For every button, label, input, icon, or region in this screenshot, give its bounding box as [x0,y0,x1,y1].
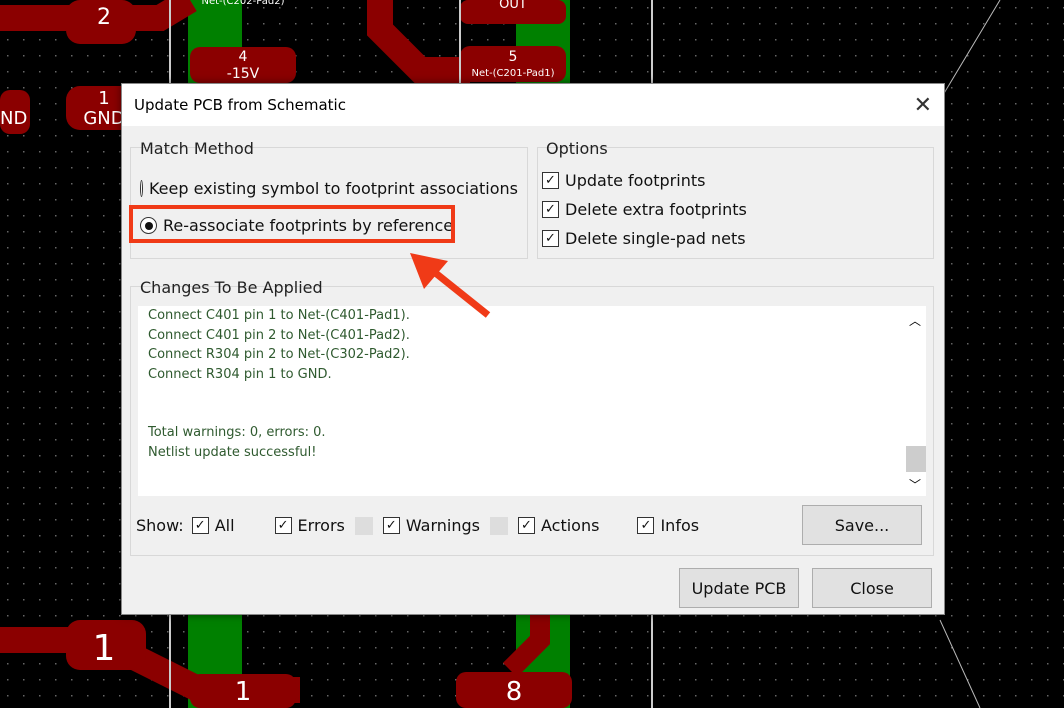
svg-text:GND: GND [83,108,124,129]
errors-color-swatch [354,516,373,535]
checkbox-icon[interactable]: ✓ [274,517,292,534]
dialog-title: Update PCB from Schematic [134,96,346,114]
svg-text:4: 4 [239,49,248,65]
filter-warnings[interactable]: Warnings [406,516,480,535]
highlight-box [129,205,455,243]
save-button[interactable]: Save... [802,505,922,545]
svg-text:ND: ND [0,108,27,129]
checkbox-update-footprints[interactable]: ✓ Update footprints [542,171,705,190]
log-line: Netlist update successful! [148,444,317,460]
checkbox-icon[interactable]: ✓ [542,172,559,189]
svg-text:-15V: -15V [227,66,260,82]
radio-keep-associations[interactable]: Keep existing symbol to footprint associ… [140,179,518,198]
log-line: Connect R304 pin 2 to Net-(C302-Pad2). [148,347,410,362]
scroll-up-icon[interactable]: ︿ [904,312,926,329]
svg-text:Net-(C201-Pad1): Net-(C201-Pad1) [471,68,554,79]
options-label: Options [546,139,608,158]
svg-text:OUT: OUT [499,0,527,12]
svg-text:1: 1 [93,628,116,669]
checkbox-icon[interactable]: ✓ [191,517,209,534]
log-line: Connect R304 pin 1 to GND. [148,366,332,382]
filter-actions[interactable]: Actions [541,516,599,535]
checkbox-icon[interactable]: ✓ [637,517,655,534]
filter-infos[interactable]: Infos [660,516,699,535]
annotation-arrow-icon [410,253,491,318]
svg-text:8: 8 [506,677,523,707]
checkbox-delete-extra-footprints[interactable]: ✓ Delete extra footprints [542,200,747,219]
close-button[interactable]: Close [812,568,932,608]
changes-log[interactable]: Connect C401 pin 1 to Net-(C401-Pad1). C… [138,306,926,496]
svg-text:1: 1 [98,88,109,109]
show-filters: Show: ✓ All ✓ Errors ✓ Warnings ✓ Actions ✓ I… [136,516,699,535]
title-bar: Update PCB from Schematic ✕ [122,84,944,126]
update-pcb-button[interactable]: Update PCB [679,568,799,608]
show-label: Show: [136,516,184,535]
filter-errors[interactable]: Errors [298,516,345,535]
checkbox-icon[interactable]: ✓ [542,230,559,247]
update-pcb-dialog: Update PCB from Schematic ✕ Match Method… [121,83,945,615]
svg-text:Net-(C202-Pad2): Net-(C202-Pad2) [201,0,284,7]
log-line: Total warnings: 0, errors: 0. [148,425,326,440]
svg-text:1: 1 [235,677,252,707]
checkbox-icon[interactable]: ✓ [382,517,400,534]
warnings-color-swatch [490,516,508,535]
checkbox-icon[interactable]: ✓ [518,517,535,534]
svg-text:5: 5 [509,49,518,65]
checkbox-label: Delete extra footprints [565,200,747,219]
scrollbar-thumb[interactable] [906,446,926,472]
match-method-label: Match Method [140,139,254,158]
checkbox-icon[interactable]: ✓ [542,201,559,218]
scrollbar[interactable]: ︿ ﹀ [904,306,926,496]
radio-label: Keep existing symbol to footprint associ… [148,179,518,198]
close-icon[interactable]: ✕ [914,93,932,118]
checkbox-delete-single-pad-nets[interactable]: ✓ Delete single-pad nets [542,229,746,248]
checkbox-label: Delete single-pad nets [565,229,746,248]
radio-button[interactable] [140,180,143,197]
changes-label: Changes To Be Applied [140,278,323,297]
filter-all[interactable]: All [215,516,235,535]
scroll-down-icon[interactable]: ﹀ [904,476,926,493]
pad-label: 2 [97,5,111,30]
checkbox-label: Update footprints [565,171,706,190]
log-line: Connect C401 pin 1 to Net-(C401-Pad1). [148,308,410,323]
log-line: Connect C401 pin 2 to Net-(C401-Pad2). [148,327,410,343]
